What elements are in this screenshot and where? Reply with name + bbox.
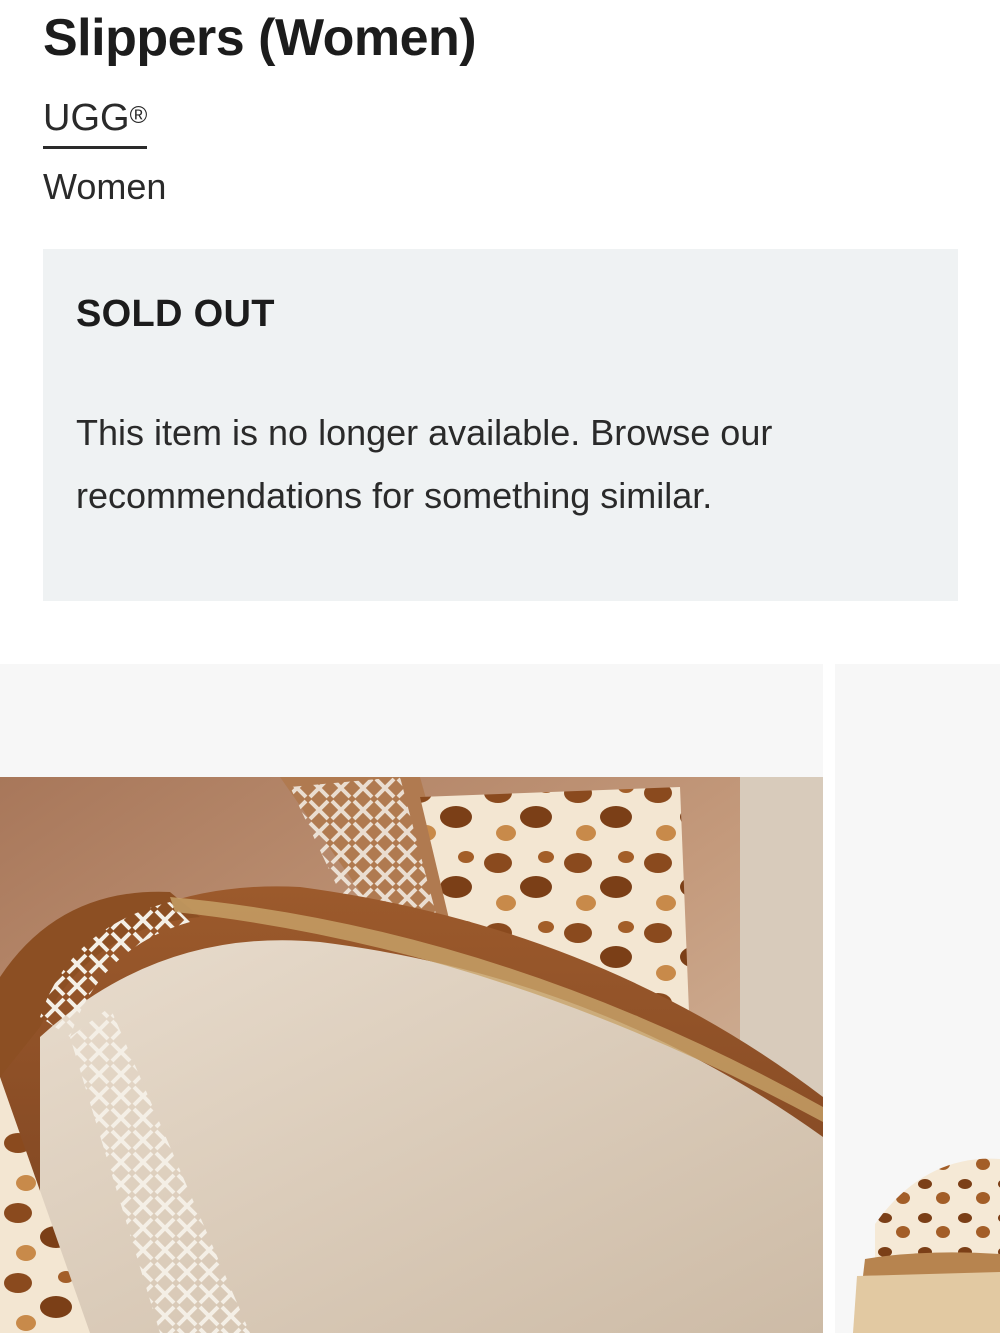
sold-out-message: This item is no longer available. Browse… bbox=[76, 412, 773, 516]
sold-out-heading: SOLD OUT bbox=[76, 293, 275, 335]
product-image[interactable] bbox=[835, 664, 1000, 1333]
brand-link[interactable]: UGG® bbox=[43, 92, 148, 149]
sold-out-panel: SOLD OUT This item is no longer availabl… bbox=[43, 249, 958, 601]
recommendations-carousel[interactable] bbox=[0, 664, 1000, 1333]
product-category: Women bbox=[43, 166, 167, 207]
recommendation-card[interactable] bbox=[835, 664, 1000, 1333]
product-image[interactable] bbox=[0, 777, 823, 1333]
product-title: Slippers (Women) bbox=[43, 9, 477, 67]
recommendation-card[interactable] bbox=[0, 664, 823, 1333]
brand-name: UGG bbox=[43, 97, 130, 139]
product-page: Slippers (Women) UGG® Women SOLD OUT Thi… bbox=[0, 0, 1000, 1333]
registered-mark: ® bbox=[129, 102, 148, 129]
